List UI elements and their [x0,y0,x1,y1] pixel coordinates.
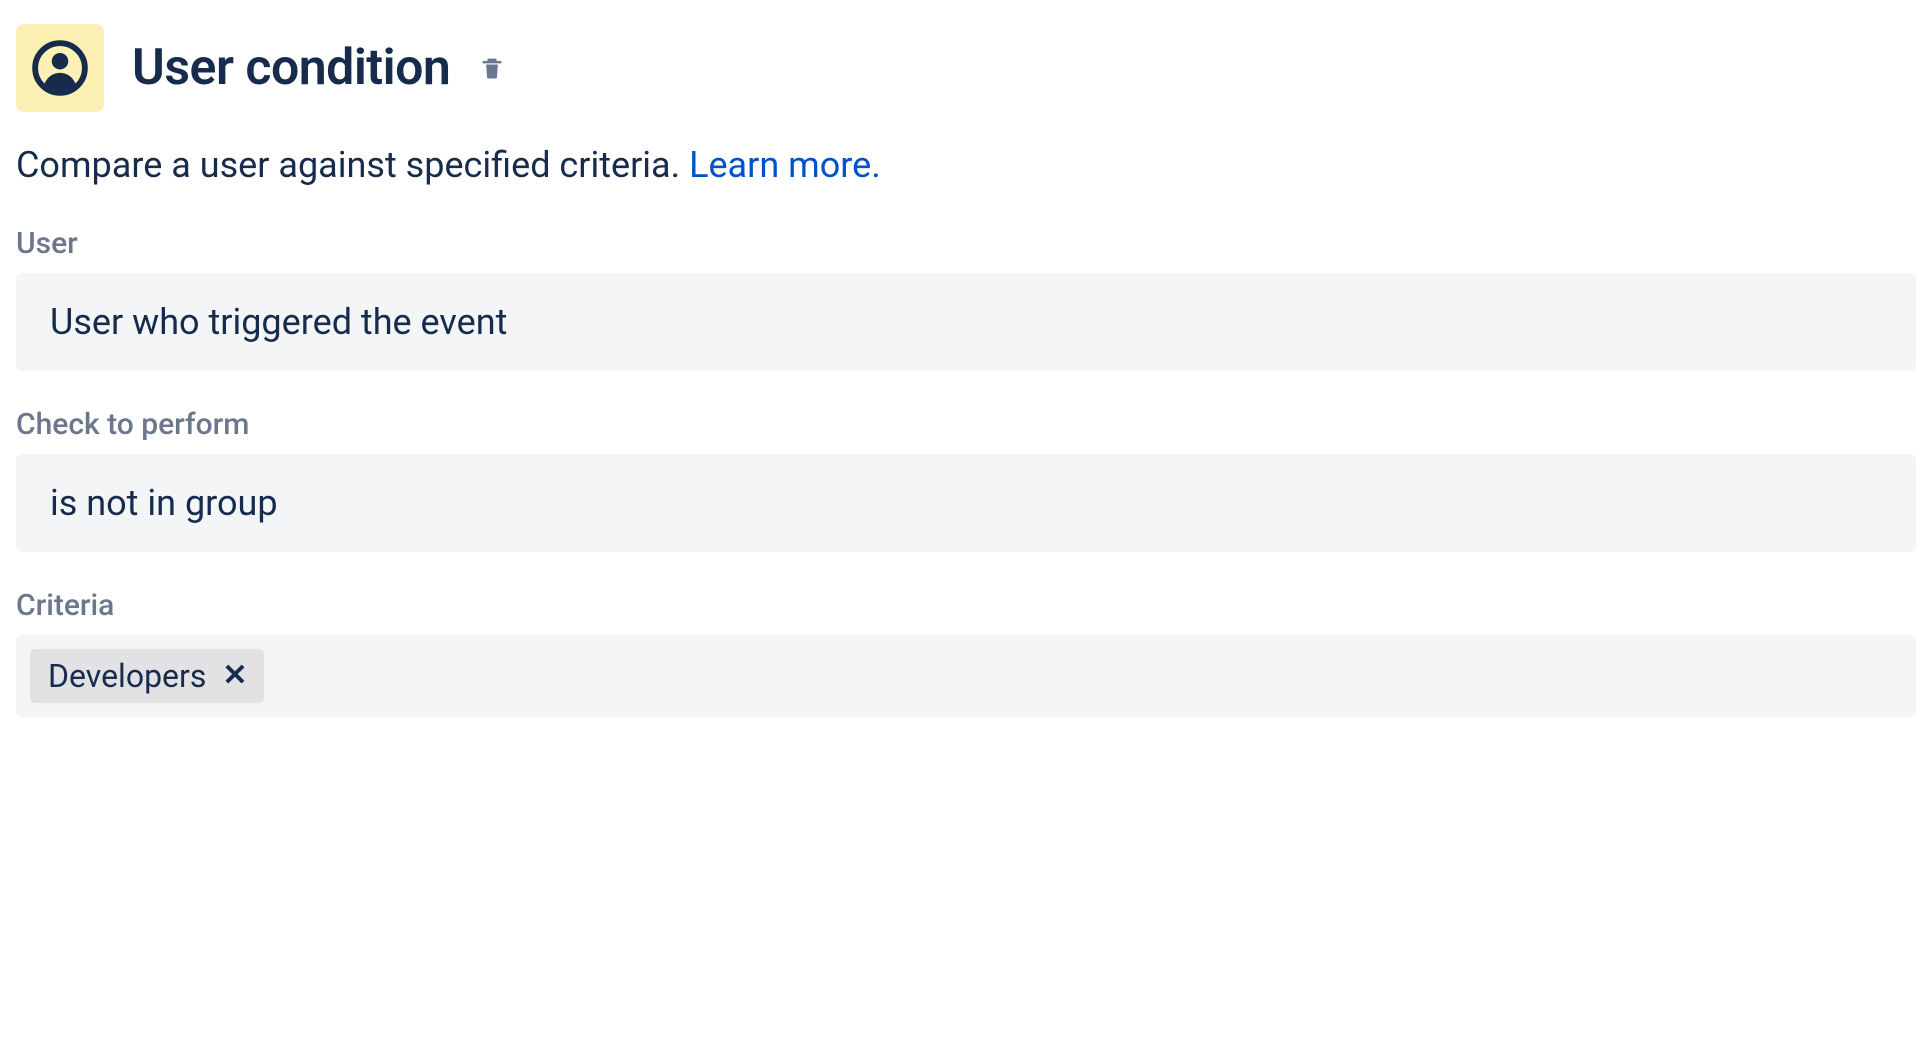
condition-header: User condition [16,24,1916,112]
user-field-label: User [16,226,1916,261]
criteria-field-group: Criteria Developers ✕ [16,588,1916,717]
condition-title: User condition [132,39,450,97]
description-text: Compare a user against specified criteri… [16,144,689,186]
check-select[interactable]: is not in group [16,454,1916,552]
learn-more-link[interactable]: Learn more. [689,144,881,186]
criteria-tag: Developers ✕ [30,649,264,703]
user-field-group: User User who triggered the event [16,226,1916,371]
check-field-label: Check to perform [16,407,1916,442]
user-select[interactable]: User who triggered the event [16,273,1916,371]
criteria-tag-input[interactable]: Developers ✕ [16,635,1916,717]
check-select-value: is not in group [50,482,278,524]
user-icon [31,39,89,97]
criteria-tag-label: Developers [48,657,206,695]
trash-icon [478,54,506,82]
criteria-field-label: Criteria [16,588,1916,623]
tag-remove-button[interactable]: ✕ [220,659,249,693]
close-icon: ✕ [222,661,247,691]
user-condition-icon-badge [16,24,104,112]
delete-button[interactable] [472,48,512,88]
condition-description: Compare a user against specified criteri… [16,144,1916,186]
user-select-value: User who triggered the event [50,301,507,343]
check-field-group: Check to perform is not in group [16,407,1916,552]
